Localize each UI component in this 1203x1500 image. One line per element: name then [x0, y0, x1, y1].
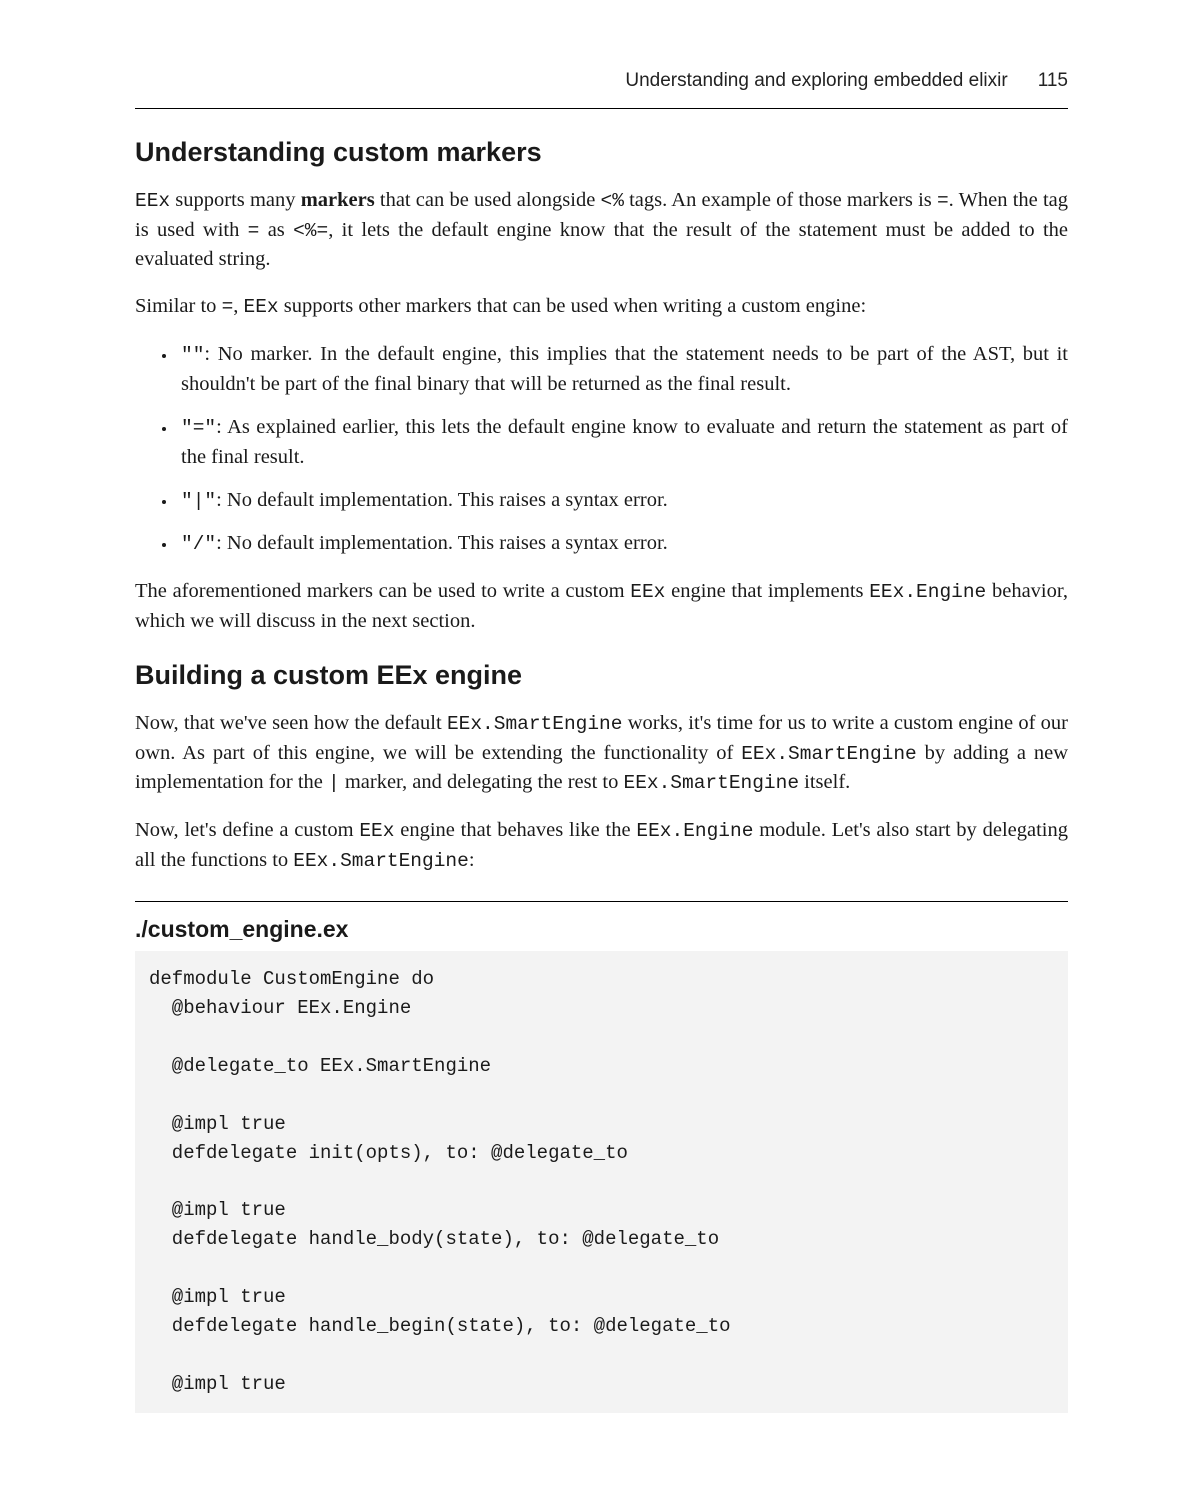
- list-item: "=": As explained earlier, this lets the…: [177, 413, 1068, 472]
- inline-code: EEx: [630, 581, 665, 603]
- list-item: "/": No default implementation. This rai…: [177, 529, 1068, 559]
- inline-code: EEx.SmartEngine: [741, 743, 917, 765]
- inline-code: "": [181, 344, 204, 366]
- inline-code: EEx: [135, 190, 170, 212]
- paragraph: Now, that we've seen how the default EEx…: [135, 709, 1068, 798]
- inline-code: "/": [181, 533, 216, 555]
- inline-code: EEx.SmartEngine: [293, 850, 469, 872]
- list-item: "|": No default implementation. This rai…: [177, 486, 1068, 516]
- inline-code: EEx: [359, 820, 394, 842]
- code-filename: ./custom_engine.ex: [135, 901, 1068, 943]
- inline-code: EEx.Engine: [636, 820, 753, 842]
- inline-code: <%=: [293, 220, 328, 242]
- page: Understanding and exploring embedded eli…: [0, 0, 1203, 1500]
- inline-code: EEx.SmartEngine: [447, 713, 623, 735]
- inline-code: EEx.SmartEngine: [624, 772, 800, 794]
- inline-code: <%: [601, 190, 624, 212]
- inline-code: "=": [181, 417, 216, 439]
- marker-list: "": No marker. In the default engine, th…: [135, 340, 1068, 559]
- paragraph: Now, let's define a custom EEx engine th…: [135, 816, 1068, 875]
- inline-code: =: [222, 296, 234, 318]
- paragraph: Similar to =, EEx supports other markers…: [135, 292, 1068, 322]
- inline-code: EEx: [244, 296, 279, 318]
- paragraph: EEx supports many markers that can be us…: [135, 186, 1068, 274]
- running-header: Understanding and exploring embedded eli…: [135, 70, 1068, 108]
- inline-code: |: [328, 772, 340, 794]
- section-heading-building: Building a custom EEx engine: [135, 660, 1068, 691]
- list-item: "": No marker. In the default engine, th…: [177, 340, 1068, 399]
- paragraph: The aforementioned markers can be used t…: [135, 577, 1068, 636]
- inline-code: EEx.Engine: [869, 581, 986, 603]
- inline-code: "|": [181, 490, 216, 512]
- inline-code: =: [248, 220, 260, 242]
- section-heading-markers: Understanding custom markers: [135, 137, 1068, 168]
- bold-term: markers: [301, 189, 375, 211]
- running-header-page-number: 115: [1038, 70, 1068, 92]
- code-block: defmodule CustomEngine do @behaviour EEx…: [135, 951, 1068, 1412]
- header-rule: [135, 108, 1068, 109]
- inline-code: =: [937, 190, 949, 212]
- running-header-title: Understanding and exploring embedded eli…: [625, 70, 1007, 92]
